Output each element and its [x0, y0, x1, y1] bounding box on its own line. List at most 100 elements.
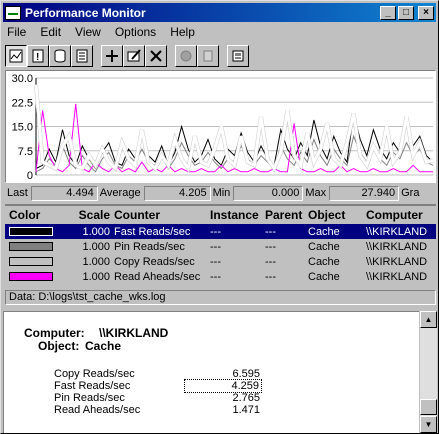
- update-now-button[interactable]: [175, 45, 197, 67]
- y-tick-label: 0: [27, 170, 33, 182]
- scroll-thumb[interactable]: [420, 399, 437, 415]
- header-computer: Computer: [366, 208, 423, 222]
- edit-counter-icon: [127, 49, 141, 62]
- menu-file[interactable]: File: [5, 25, 28, 39]
- delete-counter-icon: [150, 50, 162, 62]
- legend-object: Cache: [308, 225, 340, 238]
- header-parent: Parent: [265, 208, 303, 222]
- report-computer: \\KIRKLAND: [99, 326, 169, 340]
- report-view[interactable]: Computer: \\KIRKLAND Object: Cache Copy …: [3, 311, 419, 433]
- value-bar: Last 4.494 Average 4.205 Min 0.000 Max 2…: [5, 184, 436, 202]
- average-label: Average: [99, 187, 141, 199]
- report-view-icon: [76, 49, 88, 63]
- legend-parent: ---: [265, 255, 276, 268]
- bookmark-button[interactable]: [197, 45, 219, 67]
- y-tick-label: 7.5: [18, 146, 33, 158]
- report-computer-label: Computer:: [24, 326, 85, 340]
- min-value: 0.000: [233, 185, 304, 201]
- legend-row[interactable]: 1.000 Pin Reads/sec --- --- Cache \\KIRK…: [5, 239, 436, 254]
- legend-color-cell: [5, 241, 57, 253]
- legend-computer: \\KIRKLAND: [366, 270, 428, 283]
- color-swatch: [9, 227, 53, 237]
- legend-row[interactable]: 1.000 Copy Reads/sec --- --- Cache \\KIR…: [5, 254, 436, 269]
- legend-color-cell: [5, 256, 57, 268]
- header-counter: Counter: [114, 208, 160, 222]
- legend-scale: 1.000: [82, 225, 110, 238]
- report-object-label: Object:: [38, 339, 80, 353]
- menu-help[interactable]: Help: [168, 25, 197, 39]
- legend-instance: ---: [210, 270, 221, 283]
- header-instance: Instance: [210, 208, 259, 222]
- color-swatch: [9, 242, 53, 252]
- legend-parent: ---: [265, 270, 276, 283]
- report-counter-value: 1.471: [232, 404, 260, 416]
- title-bar[interactable]: Performance Monitor _ □ ×: [3, 3, 436, 22]
- add-counter-icon: [106, 50, 118, 62]
- bookmark-icon: [203, 50, 213, 62]
- menu-bar: File Edit View Options Help: [5, 23, 207, 41]
- legend-counter: Copy Reads/sec: [114, 255, 195, 268]
- report-counter-label: Pin Reads/sec: [54, 392, 125, 404]
- update-now-icon: [180, 50, 192, 62]
- legend-instance: ---: [210, 255, 221, 268]
- delete-counter-button[interactable]: [145, 45, 167, 67]
- max-label: Max: [305, 187, 327, 199]
- chart-view-button[interactable]: [5, 45, 27, 67]
- toolbar: !: [5, 43, 436, 69]
- minimize-button[interactable]: _: [380, 5, 396, 20]
- legend-computer: \\KIRKLAND: [366, 255, 428, 268]
- log-view-icon: [54, 49, 66, 63]
- log-view-button[interactable]: [49, 45, 71, 67]
- legend-scale: 1.000: [82, 270, 110, 283]
- alert-view-icon: !: [32, 49, 44, 63]
- chart-view-icon: [9, 49, 23, 63]
- graph-label: Gra: [401, 187, 420, 199]
- report-counter-label: Copy Reads/sec: [54, 368, 135, 380]
- scroll-up-button[interactable]: ▲: [420, 311, 437, 328]
- y-tick-label: 15.0: [12, 122, 33, 134]
- menu-view[interactable]: View: [73, 25, 103, 39]
- chart-area[interactable]: 30.0 22.5 15.0 7.5 0: [5, 70, 436, 183]
- y-tick-label: 22.5: [12, 97, 33, 109]
- legend-parent: ---: [265, 240, 276, 253]
- menu-edit[interactable]: Edit: [38, 25, 63, 39]
- report-scrollbar[interactable]: ▲ ▼: [420, 311, 437, 433]
- legend-row[interactable]: 1.000 Read Aheads/sec --- --- Cache \\KI…: [5, 269, 436, 284]
- report-counter-value: 2.765: [232, 392, 260, 404]
- menu-options[interactable]: Options: [113, 25, 158, 39]
- edit-counter-button[interactable]: [123, 45, 145, 67]
- svg-text:!: !: [36, 52, 39, 63]
- report-object: Cache: [85, 339, 122, 353]
- status-bar: Data: D:\logs\tst_cache_wks.log: [5, 290, 436, 305]
- perfmon-app-icon[interactable]: [5, 5, 21, 20]
- add-counter-button[interactable]: [101, 45, 123, 67]
- options-icon: [232, 50, 244, 62]
- report-counter-label: Read Aheads/sec: [54, 404, 141, 416]
- average-value: 4.205: [143, 185, 211, 201]
- color-swatch: [9, 272, 53, 282]
- header-scale: Scale: [78, 208, 110, 222]
- header-object: Object: [308, 208, 346, 222]
- color-swatch: [9, 257, 53, 267]
- legend-color-cell: [5, 226, 57, 238]
- maximize-button[interactable]: □: [398, 5, 414, 20]
- legend-computer: \\KIRKLAND: [366, 240, 428, 253]
- close-button[interactable]: ×: [418, 5, 434, 20]
- legend-instance: ---: [210, 240, 221, 253]
- legend-counter: Read Aheads/sec: [114, 270, 201, 283]
- scroll-down-button[interactable]: ▼: [420, 416, 437, 433]
- report-counter-value[interactable]: 4.259: [184, 379, 262, 393]
- alert-view-button[interactable]: !: [27, 45, 49, 67]
- min-label: Min: [212, 187, 231, 199]
- last-label: Last: [7, 187, 28, 199]
- legend-object: Cache: [308, 255, 340, 268]
- legend-row[interactable]: 1.000 Fast Reads/sec --- --- Cache \\KIR…: [5, 224, 436, 239]
- legend-scale: 1.000: [82, 240, 110, 253]
- report-view-button[interactable]: [71, 45, 93, 67]
- performance-monitor-window: Performance Monitor _ □ × File Edit View…: [0, 0, 439, 434]
- legend-color-cell: [5, 271, 57, 283]
- options-button[interactable]: [227, 45, 249, 67]
- report-counter-label: Fast Reads/sec: [54, 380, 131, 392]
- header-color: Color: [9, 208, 41, 222]
- legend-header: Color Scale Counter Instance Parent Obje…: [5, 206, 436, 224]
